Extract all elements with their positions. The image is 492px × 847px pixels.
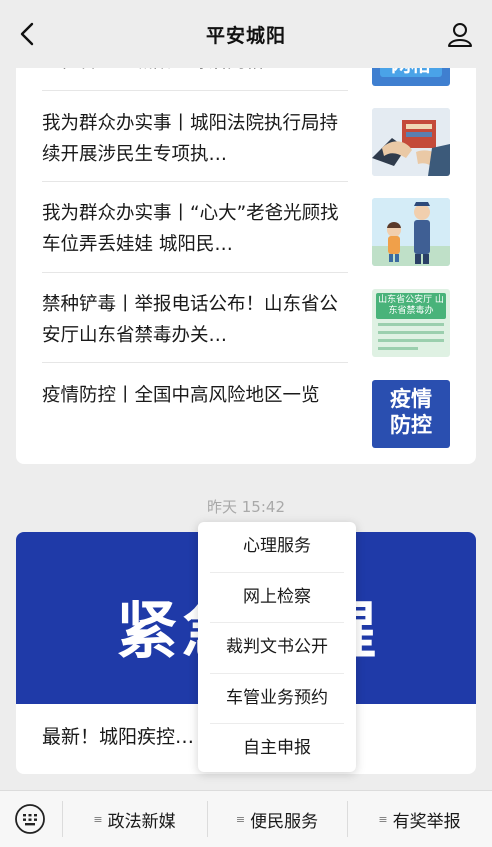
article-title: 我为群众办实事丨城阳法院执行局持续开展涉民生专项执… [42,113,339,165]
article-item[interactable]: 我为群众办实事丨“心大”老爸光顾找车位弄丢娃娃 城阳民… [42,198,462,288]
chevron-left-icon[interactable] [14,20,42,48]
article-thumbnail: 疫情 防控 [372,380,450,448]
menu-lines-icon: ≡ [235,812,245,826]
menu-item-online-procuratorate[interactable]: 网上检察 [210,573,344,624]
thumbnail-decoration [378,331,444,334]
article-item[interactable]: 禁种铲毒丨举报电话公布！山东省公安厅山东省禁毒办关… 山东省公安厅 山东省禁毒办 [42,289,462,379]
page-title: 平安城阳 [205,24,286,47]
tab-label: 有奖举报 [392,811,461,832]
user-icon[interactable] [446,20,474,48]
menu-lines-icon: ≡ [93,812,102,826]
nav-bar: 平安城阳 [0,0,492,68]
menu-item-judgment-disclosure[interactable]: 裁判文书公开 [210,623,344,674]
thumbnail-label: 疫情 防控 [390,387,432,437]
service-submenu: 心理服务 网上检察 裁判文书公开 车管业务预约 自主申报 [198,522,356,772]
bottom-menu-bar: ≡ 政法新媒 ≡ 便民服务 ≡ 有奖举报 [0,790,492,847]
divider [42,362,348,363]
thumbnail-decoration [378,339,444,342]
article-thumbnail [372,108,450,176]
tab-legal-media[interactable]: ≡ 政法新媒 [62,791,207,847]
divider [42,272,348,273]
tab-convenience-service[interactable]: ≡ 便民服务 [207,791,347,847]
article-item[interactable]: 我为群众办实事丨城阳法院执行局持续开展涉民生专项执… [42,108,462,198]
thumbnail-decoration [378,347,418,350]
thumbnail-decoration [378,323,444,326]
article-list-card: 鉴往昔——城阳区综治网格… 网格 我为群众办实事丨城阳法院执行局持续开展涉民生专… [16,42,476,464]
divider [42,181,348,182]
timestamp: 昨天 15:42 [207,498,285,516]
article-item[interactable]: 疫情防控丨全国中高风险地区一览 疫情 防控 [42,380,462,464]
divider [42,90,348,91]
article-thumbnail: 山东省公安厅 山东省禁毒办 [372,289,450,357]
keyboard-icon[interactable] [14,803,46,835]
menu-item-psychological-service[interactable]: 心理服务 [210,522,344,573]
article-title: 禁种铲毒丨举报电话公布！山东省公安厅山东省禁毒办关… [42,294,339,346]
tab-reward-report[interactable]: ≡ 有奖举报 [347,791,492,847]
menu-item-vehicle-appointment[interactable]: 车管业务预约 [210,674,344,725]
tab-label: 便民服务 [250,811,319,832]
menu-item-self-declaration[interactable]: 自主申报 [210,724,344,774]
message-caption: 最新！城阳疾控… [42,726,195,748]
article-thumbnail [372,198,450,266]
article-title: 我为群众办实事丨“心大”老爸光顾找车位弄丢娃娃 城阳民… [42,203,339,255]
tab-label: 政法新媒 [107,811,176,832]
thumbnail-label: 山东省公安厅 山东省禁毒办 [376,293,446,319]
menu-lines-icon: ≡ [378,812,387,826]
article-title: 疫情防控丨全国中高风险地区一览 [42,385,320,406]
